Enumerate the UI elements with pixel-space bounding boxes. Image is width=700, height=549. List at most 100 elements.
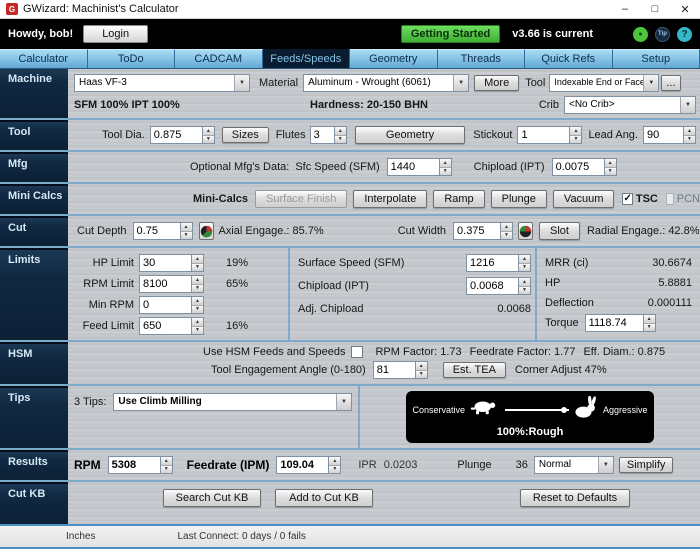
spin-up-icon[interactable] [439,159,451,168]
spinner-buttons[interactable] [642,314,656,332]
spinner-buttons[interactable] [569,126,583,144]
sfc-speed-input[interactable] [386,158,439,176]
spinner-buttons[interactable] [191,275,204,293]
cut-width-input[interactable] [453,222,501,240]
spin-down-icon[interactable] [501,231,513,239]
chevron-down-icon[interactable] [234,75,249,91]
tip-icon[interactable]: Tip [655,26,670,42]
spin-down-icon[interactable] [519,263,530,271]
hp-limit-stepper[interactable] [139,254,204,272]
chevron-down-icon[interactable] [336,394,351,410]
spinner-buttons[interactable] [500,222,514,240]
maximize-button[interactable]: □ [640,0,670,18]
torque-stepper[interactable] [584,314,656,332]
cut-depth-stepper[interactable] [132,222,193,240]
rpm-result-stepper[interactable] [107,456,173,474]
spinner-buttons[interactable] [518,254,531,272]
flutes-input[interactable] [309,126,334,144]
spin-up-icon[interactable] [415,362,427,371]
spin-down-icon[interactable] [202,135,214,143]
mfg-chipload-stepper[interactable] [551,158,617,176]
spinner-buttons[interactable] [201,126,215,144]
spin-up-icon[interactable] [643,315,655,324]
geometry-button[interactable]: Geometry [354,126,466,144]
tool-dia-input[interactable] [149,126,202,144]
spin-down-icon[interactable] [334,135,346,143]
spinner-buttons[interactable] [603,158,617,176]
rpm-limit-stepper[interactable] [139,275,204,293]
tab-geometry[interactable]: Geometry [350,49,438,68]
spin-down-icon[interactable] [192,284,203,292]
tips-select[interactable]: Use Climb Milling [113,393,352,411]
chevron-down-icon[interactable] [680,97,695,113]
spin-up-icon[interactable] [519,255,530,264]
cut-depth-input[interactable] [132,222,180,240]
spin-down-icon[interactable] [570,135,582,143]
tab-setup[interactable]: Setup [612,49,700,68]
feed-limit-input[interactable] [139,317,191,335]
lead-angle-stepper[interactable] [643,126,696,144]
rpm-result-input[interactable] [107,456,160,474]
spin-up-icon[interactable] [570,127,582,136]
flutes-stepper[interactable] [309,126,347,144]
spin-down-icon[interactable] [192,305,203,313]
chipload-input[interactable] [466,277,518,295]
interpolate-button[interactable]: Interpolate [353,190,428,208]
tab-threads[interactable]: Threads [437,49,525,68]
login-button[interactable]: Login [83,25,149,43]
slot-button[interactable]: Slot [539,222,580,240]
plunge-button[interactable]: Plunge [490,190,547,208]
cut-width-stepper[interactable] [453,222,514,240]
use-hsm-checkbox[interactable] [351,346,364,358]
spin-up-icon[interactable] [192,276,203,285]
spinner-buttons[interactable] [518,277,531,295]
spin-down-icon[interactable] [684,135,695,143]
spin-down-icon[interactable] [192,263,203,271]
chevron-down-icon[interactable] [453,75,469,91]
getting-started-button[interactable]: Getting Started [400,25,501,43]
mfg-chipload-input[interactable] [551,158,604,176]
spin-up-icon[interactable] [192,255,203,264]
simplify-button[interactable]: Simplify [618,457,674,473]
rpm-limit-input[interactable] [139,275,191,293]
min-rpm-input[interactable] [139,296,191,314]
spin-down-icon[interactable] [192,326,203,334]
tea-input[interactable] [372,361,415,379]
radial-engagement-icon[interactable] [518,222,534,240]
mode-select[interactable]: Normal [533,456,614,474]
material-select[interactable]: Aluminum - Wrought (6061) [303,74,470,92]
aggressiveness-slider[interactable] [505,406,569,413]
stickout-input[interactable] [517,126,570,144]
connection-status-icon[interactable] [633,26,648,42]
close-button[interactable]: ✕ [670,0,700,18]
more-button[interactable]: More [474,75,520,91]
spin-up-icon[interactable] [202,127,214,136]
spin-down-icon[interactable] [329,465,341,473]
min-rpm-stepper[interactable] [139,296,204,314]
spin-up-icon[interactable] [192,297,203,306]
feed-limit-stepper[interactable] [139,317,204,335]
help-icon[interactable]: ? [677,26,692,42]
spin-down-icon[interactable] [160,465,172,473]
tool-select[interactable]: Indexable End or Face Mill [549,74,660,92]
tab-quick-refs[interactable]: Quick Refs [525,49,613,68]
spin-down-icon[interactable] [415,370,427,378]
chevron-down-icon[interactable] [597,457,613,473]
spinner-buttons[interactable] [191,317,204,335]
spinner-buttons[interactable] [328,456,342,474]
pcn-checkbox[interactable] [665,193,674,205]
ramp-button[interactable]: Ramp [433,190,485,208]
chevron-down-icon[interactable] [643,75,659,91]
tab-cadcam[interactable]: CADCAM [175,49,263,68]
spinner-buttons[interactable] [179,222,193,240]
spin-up-icon[interactable] [192,318,203,327]
spinner-buttons[interactable] [333,126,347,144]
spin-up-icon[interactable] [684,127,695,136]
spin-down-icon[interactable] [643,323,655,331]
spin-up-icon[interactable] [334,127,346,136]
tsc-checkbox[interactable] [622,193,633,205]
feedrate-result-input[interactable] [276,456,329,474]
slider-handle[interactable] [561,406,567,413]
tool-dia-stepper[interactable] [149,126,215,144]
surface-finish-button[interactable]: Surface Finish [255,190,348,208]
